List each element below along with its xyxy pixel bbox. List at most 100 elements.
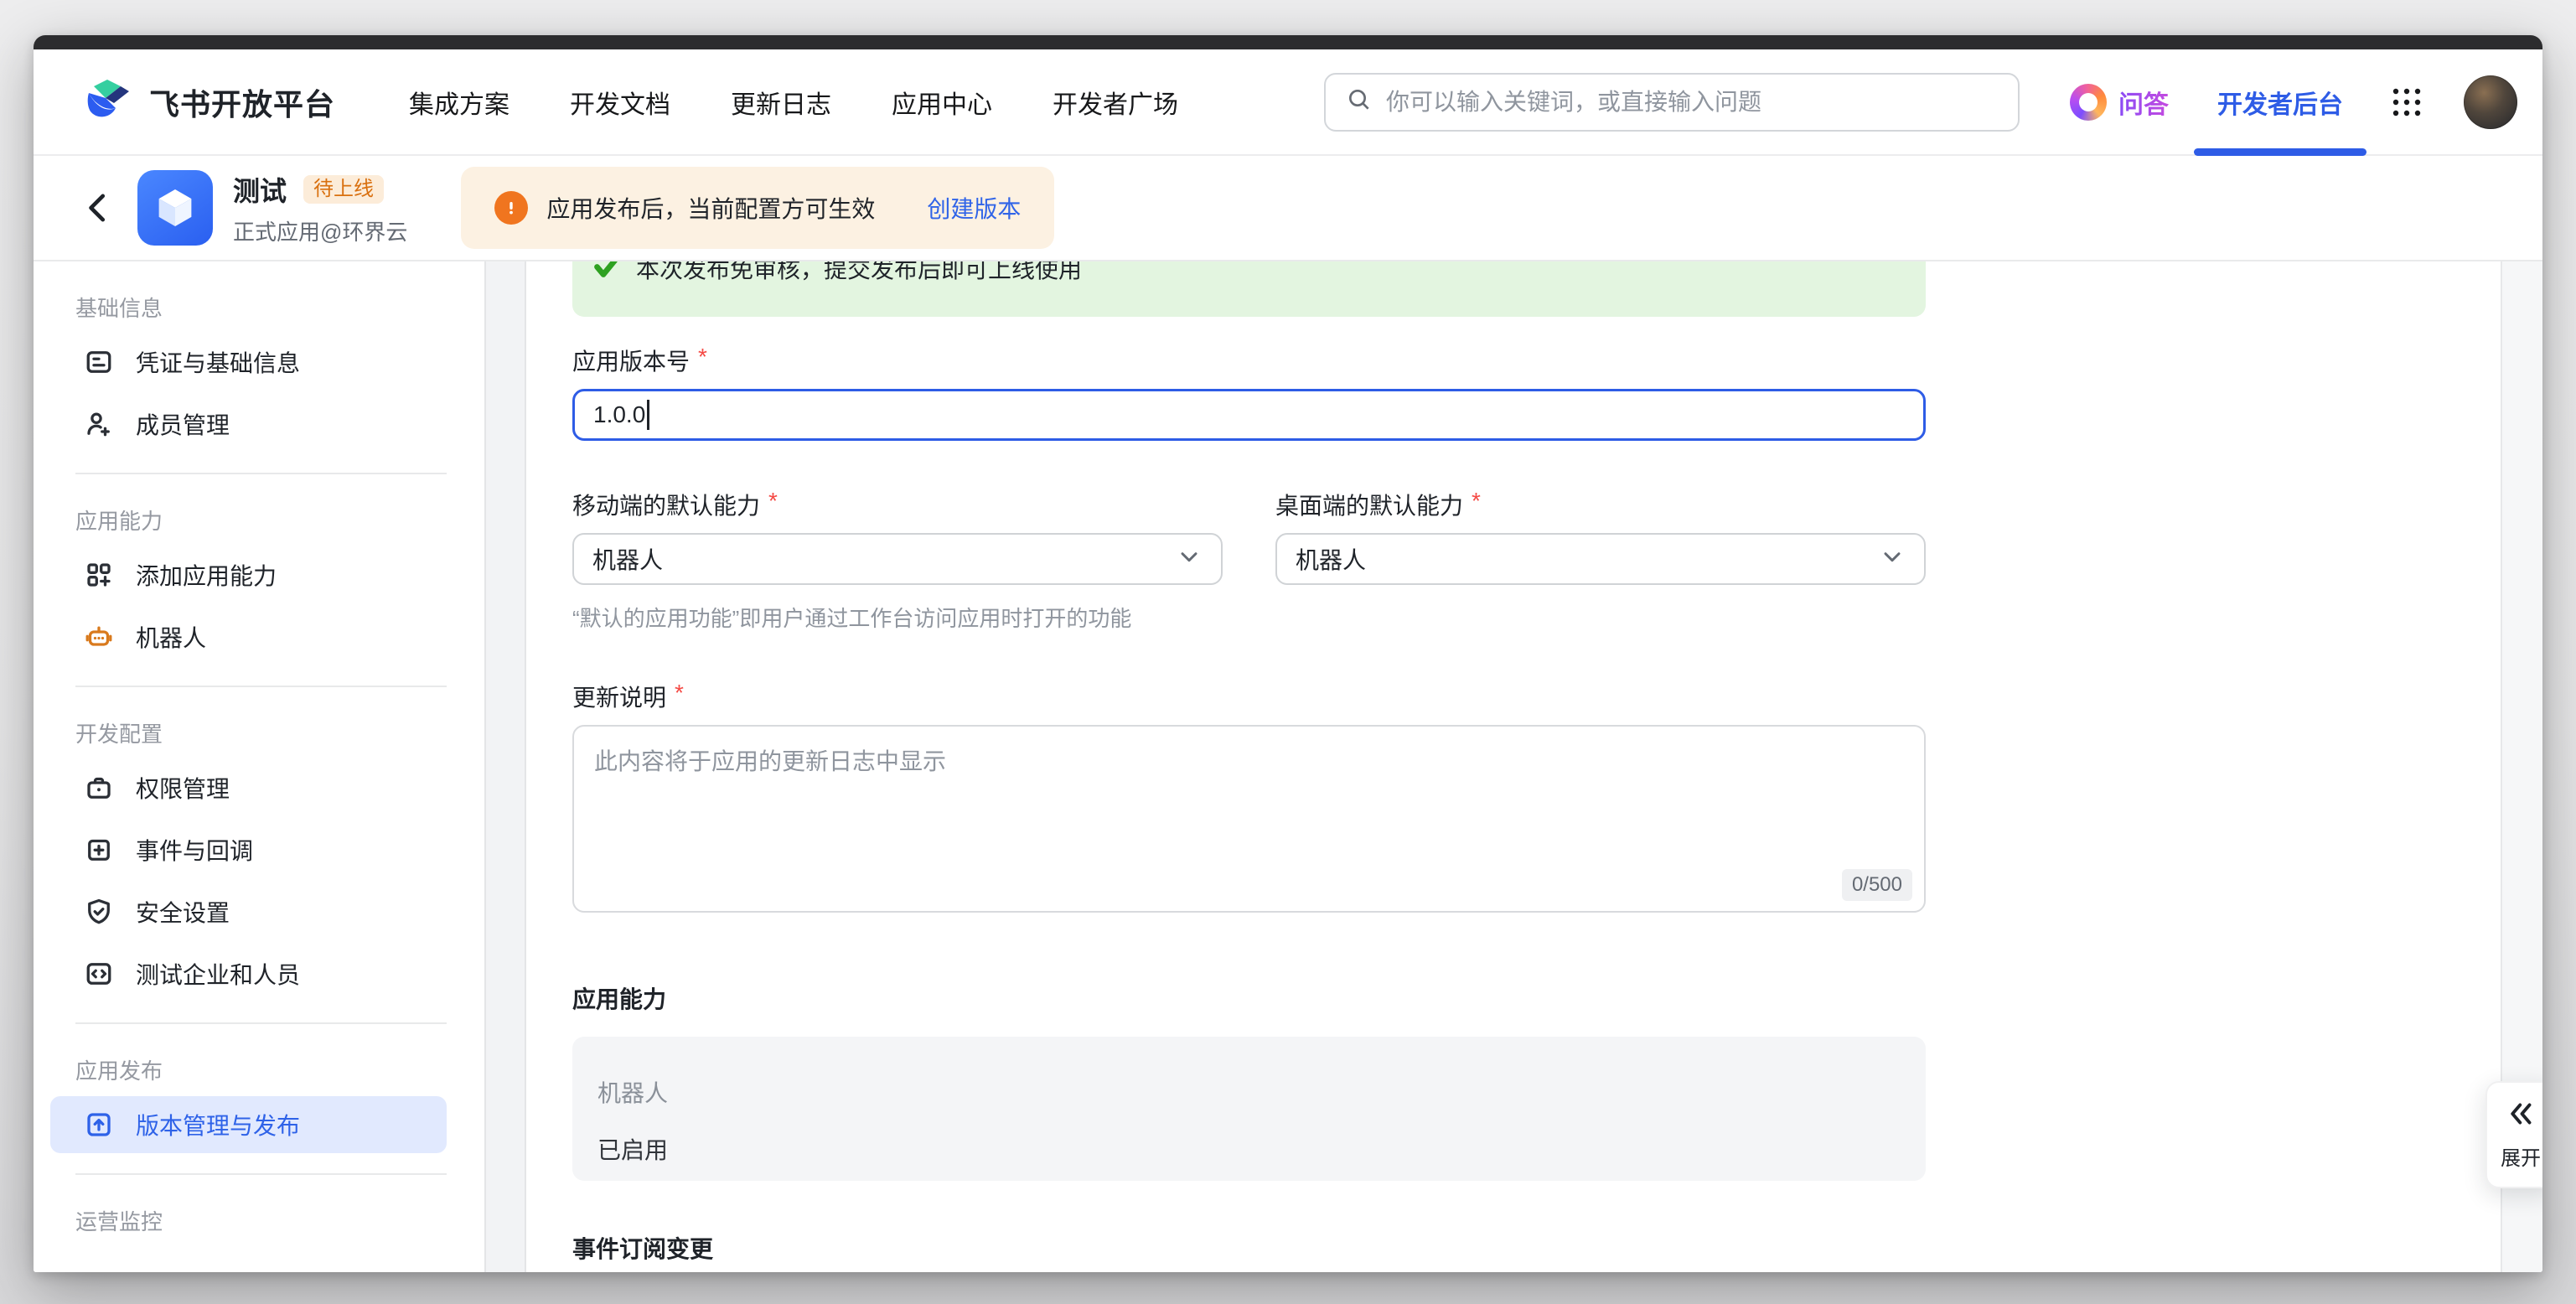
robot-icon [84, 622, 114, 652]
char-counter: 0/500 [1842, 869, 1912, 901]
version-label: 应用版本号 [572, 344, 690, 377]
sidebar-divider [75, 473, 447, 474]
window-titlebar [34, 35, 2542, 49]
sidebar-item-label: 添加应用能力 [136, 558, 277, 592]
sidebar-item-events[interactable]: 事件与回调 [50, 821, 447, 878]
qa-gradient-icon [2070, 84, 2107, 121]
add-capability-icon [84, 560, 114, 590]
sidebar-item-label: 成员管理 [136, 407, 230, 441]
app-grid-icon[interactable] [2390, 85, 2423, 119]
mobile-capability-value: 机器人 [592, 542, 663, 576]
app-icon [137, 170, 213, 246]
back-button[interactable] [80, 181, 126, 235]
double-chevron-left-icon [2506, 1099, 2536, 1133]
sidebar-item-label: 机器人 [136, 620, 206, 654]
main-panel: 本次发布免审核，提交发布后即可上线使用 应用版本号 * 1.0.0 移动端的默认… [526, 261, 2542, 1272]
required-mark: * [1472, 488, 1481, 521]
sidebar-divider [75, 1022, 447, 1024]
version-input[interactable]: 1.0.0 [572, 389, 1926, 441]
publish-warning-banner: 应用发布后，当前配置方可生效 创建版本 [461, 167, 1054, 249]
sidebar-item-version-release[interactable]: 版本管理与发布 [50, 1096, 447, 1153]
member-add-icon [84, 409, 114, 439]
search-box[interactable] [1324, 73, 2020, 132]
update-note-label: 更新说明 [572, 680, 666, 713]
sidebar-item-label: 安全设置 [136, 895, 230, 929]
body-row: 基础信息 凭证与基础信息 成员管理 应用能力 [34, 261, 2542, 1272]
sidebar: 基础信息 凭证与基础信息 成员管理 应用能力 [34, 261, 484, 1272]
update-note-textarea[interactable] [574, 727, 1924, 911]
nav-dev-plaza[interactable]: 开发者广场 [1053, 84, 1178, 121]
id-card-icon [84, 347, 114, 377]
desktop-capability-select[interactable]: 机器人 [1275, 533, 1926, 585]
desktop-capability-value: 机器人 [1296, 542, 1366, 576]
sidebar-item-test-org[interactable]: 测试企业和人员 [50, 945, 447, 1002]
feishu-bird-icon [84, 76, 136, 127]
app-subtitle: 正式应用@环界云 [233, 215, 407, 246]
mobile-capability-select[interactable]: 机器人 [572, 533, 1223, 585]
nav-changelog[interactable]: 更新日志 [731, 84, 831, 121]
create-version-link[interactable]: 创建版本 [927, 191, 1021, 225]
browser-window: 飞书开放平台 集成方案 开发文档 更新日志 应用中心 开发者广场 问答 开发者后… [34, 35, 2542, 1272]
event-callback-icon [84, 835, 114, 865]
expand-panel-button[interactable]: 展开 [2485, 1081, 2542, 1188]
required-mark: * [768, 488, 778, 521]
sidebar-item-add-capability[interactable]: 添加应用能力 [50, 546, 447, 603]
chevron-down-icon [1879, 543, 1906, 576]
required-mark: * [675, 680, 684, 713]
chevron-down-icon [1176, 543, 1203, 576]
sidebar-item-label: 测试企业和人员 [136, 957, 300, 991]
sidebar-item-security[interactable]: 安全设置 [50, 883, 447, 940]
sidebar-section-release: 应用发布 [75, 1054, 484, 1079]
tab-developer-console[interactable]: 开发者后台 [2217, 49, 2343, 154]
user-avatar[interactable] [2464, 75, 2517, 129]
sidebar-item-label: 版本管理与发布 [136, 1108, 300, 1141]
code-brackets-icon [84, 959, 114, 989]
sidebar-item-bot[interactable]: 机器人 [50, 608, 447, 665]
sidebar-section-ops-monitor: 运营监控 [75, 1205, 484, 1230]
sidebar-item-label: 凭证与基础信息 [136, 345, 300, 379]
sidebar-item-permissions[interactable]: 权限管理 [50, 759, 447, 816]
event-change-heading: 事件订阅变更 [572, 1231, 1926, 1265]
qa-entry[interactable]: 问答 [2070, 84, 2169, 121]
text-caret [647, 400, 649, 430]
app-header-bar: 测试 待上线 正式应用@环界云 应用发布后，当前配置方可生效 创建版本 [34, 156, 2542, 261]
release-upload-icon [84, 1110, 114, 1140]
version-form: 本次发布免审核，提交发布后即可上线使用 应用版本号 * 1.0.0 移动端的默认… [572, 261, 1926, 1272]
sidebar-item-members[interactable]: 成员管理 [50, 396, 447, 453]
success-check-icon [591, 261, 621, 287]
sidebar-section-capabilities: 应用能力 [75, 505, 484, 530]
success-banner: 本次发布免审核，提交发布后即可上线使用 [572, 261, 1926, 317]
desktop-capability-label: 桌面端的默认能力 [1275, 488, 1463, 521]
top-navigation: 飞书开放平台 集成方案 开发文档 更新日志 应用中心 开发者广场 问答 开发者后… [34, 49, 2542, 156]
briefcase-icon [84, 773, 114, 803]
capability-name: 机器人 [597, 1075, 1901, 1109]
logo-text: 飞书开放平台 [149, 80, 335, 124]
sidebar-scrollbar-track[interactable] [484, 261, 526, 1272]
nav-docs[interactable]: 开发文档 [570, 84, 670, 121]
sidebar-item-label: 权限管理 [136, 771, 230, 805]
warning-text: 应用发布后，当前配置方可生效 [546, 191, 875, 225]
search-icon [1346, 86, 1373, 117]
feishu-logo[interactable]: 飞书开放平台 [84, 76, 335, 127]
sidebar-section-dev-config: 开发配置 [75, 717, 484, 743]
sidebar-section-basic-info: 基础信息 [75, 292, 484, 317]
shield-check-icon [84, 897, 114, 927]
mobile-capability-label: 移动端的默认能力 [572, 488, 760, 521]
version-value: 1.0.0 [593, 401, 645, 428]
sidebar-item-credentials[interactable]: 凭证与基础信息 [50, 334, 447, 391]
capability-status: 已启用 [597, 1132, 1901, 1166]
search-input[interactable] [1386, 89, 1998, 116]
status-badge: 待上线 [303, 175, 384, 204]
capabilities-card: 机器人 已启用 [572, 1037, 1926, 1181]
qa-label: 问答 [2118, 84, 2169, 121]
app-meta: 测试 待上线 正式应用@环界云 [233, 170, 407, 246]
sidebar-divider [75, 1173, 447, 1175]
success-banner-text: 本次发布免审核，提交发布后即可上线使用 [636, 261, 1082, 288]
nav-integration[interactable]: 集成方案 [409, 84, 510, 121]
primary-nav: 集成方案 开发文档 更新日志 应用中心 开发者广场 [409, 84, 1178, 121]
required-mark: * [698, 344, 707, 377]
warning-icon [494, 191, 528, 225]
default-capability-hint: “默认的应用功能”即用户通过工作台访问应用时打开的功能 [572, 602, 1223, 633]
expand-label: 展开 [2501, 1141, 2541, 1171]
nav-app-center[interactable]: 应用中心 [892, 84, 992, 121]
